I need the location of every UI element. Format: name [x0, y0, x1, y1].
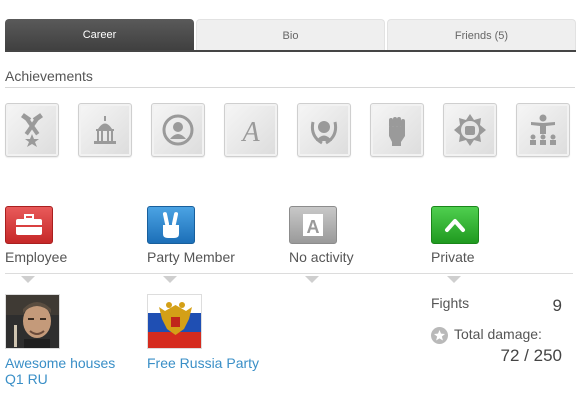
total-damage-value: 72 / 250: [500, 346, 562, 365]
employer-link-line1: Awesome houses: [5, 355, 116, 371]
no-activity-label: No activity: [289, 249, 354, 265]
employer-link[interactable]: Awesome houses Q1 RU: [5, 355, 115, 387]
achievement-letter-a[interactable]: A: [224, 103, 278, 157]
raised-fist-icon: [389, 117, 405, 146]
army-a-icon: A: [303, 214, 323, 237]
capitol-icon: [94, 116, 116, 144]
tab-career-label: Career: [82, 29, 117, 41]
achievement-capitol[interactable]: [78, 103, 132, 157]
private-label: Private: [431, 249, 475, 265]
achievement-speaker-audience[interactable]: [516, 103, 570, 157]
status-party-member[interactable]: Party Member: [147, 206, 235, 283]
speaker-audience-icon: [530, 114, 556, 145]
no-activity-badge[interactable]: A: [289, 206, 337, 244]
status-no-activity[interactable]: A No activity: [289, 206, 354, 283]
achievements-title: Achievements: [5, 68, 93, 84]
tab-bio-label: Bio: [282, 29, 299, 42]
profile-tabs: Career Bio Friends (5): [5, 19, 576, 52]
achievement-portrait-medal[interactable]: [151, 103, 205, 157]
no-activity-arrow: [305, 276, 319, 283]
svg-text:A: A: [307, 217, 320, 237]
party-member-arrow: [163, 276, 177, 283]
private-arrow: [447, 276, 461, 283]
status-private[interactable]: Private: [431, 206, 479, 283]
fist-burst-icon: [454, 114, 486, 146]
tab-friends-label: Friends (5): [454, 29, 509, 42]
status-divider: [5, 273, 573, 274]
tabs-divider: [5, 50, 576, 52]
party-member-label: Party Member: [147, 249, 235, 265]
briefcase-icon: [16, 214, 42, 235]
employer-link-line2: Q1 RU: [5, 371, 48, 387]
laurel-wreath-head-icon: [310, 121, 338, 145]
party-member-badge[interactable]: [147, 206, 195, 244]
employee-arrow: [21, 276, 35, 283]
fights-label: Fights: [431, 295, 470, 311]
party-link[interactable]: Free Russia Party: [147, 355, 259, 371]
total-damage-label: Total damage:: [454, 326, 542, 342]
tab-career[interactable]: Career: [5, 19, 194, 51]
employer-avatar[interactable]: [5, 294, 60, 349]
star-icon: [431, 327, 448, 344]
tab-friends[interactable]: Friends (5): [387, 19, 576, 51]
employer-photo: [6, 295, 59, 348]
achievements-divider: [5, 87, 575, 88]
achievement-fist-burst[interactable]: [443, 103, 497, 157]
chevron-up-icon: [445, 219, 465, 232]
russia-eagle-flag-icon: [148, 295, 201, 348]
employee-badge[interactable]: [5, 206, 53, 244]
achievement-laurel-wreath[interactable]: [297, 103, 351, 157]
employee-label: Employee: [5, 249, 68, 265]
fights-value: 9: [552, 296, 562, 315]
party-logo[interactable]: [147, 294, 202, 349]
private-badge[interactable]: [431, 206, 479, 244]
status-employee[interactable]: Employee: [5, 206, 67, 283]
achievement-hammer-pickaxe[interactable]: [5, 103, 59, 157]
svg-text:A: A: [240, 117, 260, 148]
achievement-raised-fist[interactable]: [370, 103, 424, 157]
portrait-medal-icon: [162, 114, 194, 146]
tab-bio[interactable]: Bio: [196, 19, 385, 51]
hammer-pickaxe-star-icon: [21, 113, 43, 147]
victory-hand-icon: [162, 212, 179, 238]
letter-a-icon: A: [240, 117, 260, 148]
